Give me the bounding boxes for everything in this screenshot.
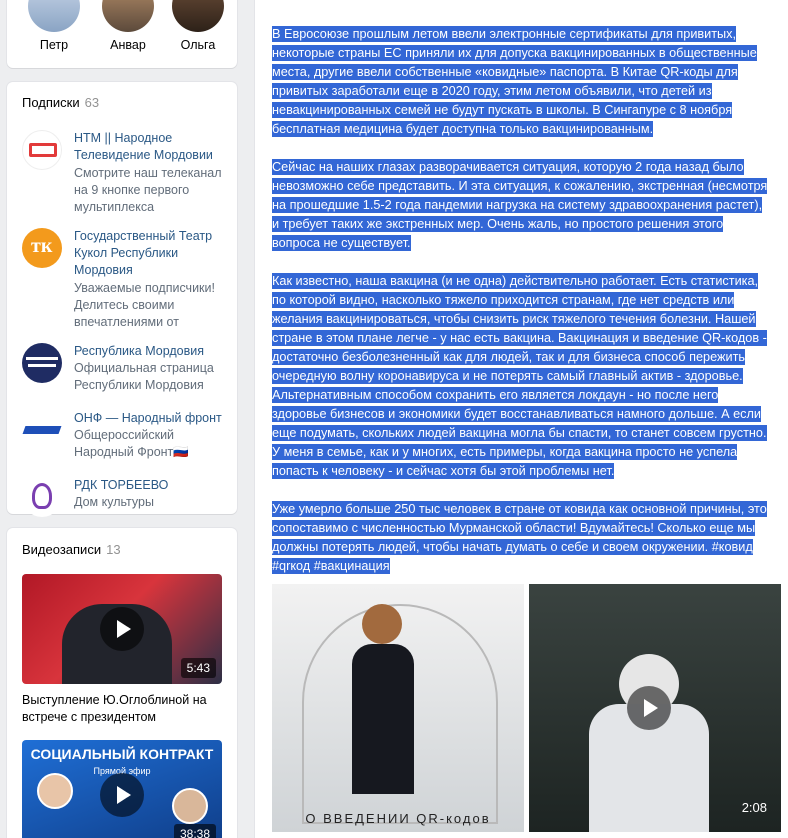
person-head — [362, 604, 402, 644]
subscription-name[interactable]: ОНФ — Народный фронт — [74, 410, 234, 427]
avatar[interactable] — [172, 0, 224, 32]
friend-item[interactable]: Анвар — [93, 0, 163, 52]
photo-caption: О ВВЕДЕНИИ QR-кодов — [305, 811, 491, 826]
videos-title[interactable]: Видеозаписи — [22, 542, 101, 557]
onf-logo[interactable] — [22, 410, 62, 450]
post-paragraph: Сейчас на наших глазах разворачивается с… — [272, 158, 772, 253]
subscription-name[interactable]: Государственный Театр Кукол Республики М… — [74, 228, 234, 279]
play-icon[interactable] — [100, 607, 144, 651]
subscriptions-count: 63 — [84, 95, 100, 110]
friend-item[interactable]: Ольга — [163, 0, 233, 52]
post-video[interactable]: 2:08 — [529, 584, 781, 832]
person-body — [352, 644, 414, 794]
videos-header[interactable]: Видеозаписи 13 — [22, 542, 121, 557]
subscription-item[interactable]: ОНФ — Народный фронт Общероссийский Наро… — [22, 410, 227, 466]
play-icon[interactable] — [627, 686, 671, 730]
post-text: Как известно, наша вакцина (и не одна) д… — [272, 273, 767, 479]
subscription-item[interactable]: НТМ || Народное Телевидение Мордовии Смо… — [22, 130, 227, 216]
post-paragraph: Как известно, наша вакцина (и не одна) д… — [272, 272, 772, 481]
videos-count: 13 — [106, 542, 121, 557]
post-paragraph: Уже умерло больше 250 тыс человек в стра… — [272, 500, 772, 576]
subscription-name[interactable]: Республика Мордовия — [74, 343, 234, 360]
post-text: В Евросоюзе прошлым летом ввели электрон… — [272, 26, 757, 137]
subscription-desc: Смотрите наш телеканал на 9 кнопке перво… — [74, 166, 222, 214]
video-title[interactable]: Выступление Ю.Оглоблиной на встрече с пр… — [22, 692, 227, 726]
friend-name[interactable]: Анвар — [93, 38, 163, 52]
subscription-item[interactable]: тк Государственный Театр Кукол Республик… — [22, 228, 227, 329]
friend-item[interactable]: Петр — [19, 0, 89, 52]
ntm-logo[interactable] — [22, 130, 62, 170]
avatar[interactable] — [102, 0, 154, 32]
friends-block: Петр Анвар Ольга — [7, 0, 237, 68]
subscriptions-header[interactable]: Подписки 63 — [22, 95, 99, 110]
post-text: Уже умерло больше 250 тыс человек в стра… — [272, 501, 767, 574]
subscriptions-block: Подписки 63 НТМ || Народное Телевидение М… — [7, 82, 237, 517]
mordovia-logo[interactable] — [22, 343, 62, 383]
rdk-logo[interactable] — [22, 477, 62, 517]
subscription-desc: Общероссийский Народный Фронт🇷🇺 — [74, 428, 189, 459]
subscriptions-title[interactable]: Подписки — [22, 95, 80, 110]
video-thumbnail[interactable]: СОЦИАЛЬНЫЙ КОНТРАКТ Прямой эфир 38:38 — [22, 740, 222, 838]
puppet-theatre-logo[interactable]: тк — [22, 228, 62, 268]
avatar — [172, 788, 208, 824]
subscription-name[interactable]: РДК ТОРБЕЕВО — [74, 477, 234, 494]
video-overlay-title: СОЦИАЛЬНЫЙ КОНТРАКТ — [30, 746, 214, 762]
post-photo[interactable]: О ВВЕДЕНИИ QR-кодов — [272, 584, 524, 832]
subscription-desc: Уважаемые подписчики! Делитесь своими вп… — [74, 281, 215, 329]
subscription-desc: Дом культуры — [74, 495, 154, 509]
post: В Евросоюзе прошлым летом ввели электрон… — [255, 0, 788, 838]
friend-name[interactable]: Петр — [19, 38, 89, 52]
video-duration: 5:43 — [180, 658, 216, 678]
play-icon[interactable] — [100, 773, 144, 817]
avatar — [37, 773, 73, 809]
subscription-desc: Официальная страница Республики Мордовия — [74, 361, 214, 392]
subscription-name[interactable]: НТМ || Народное Телевидение Мордовии — [74, 130, 234, 164]
friend-name[interactable]: Ольга — [163, 38, 233, 52]
video-duration: 2:08 — [741, 800, 767, 815]
post-paragraph: В Евросоюзе прошлым летом ввели электрон… — [272, 25, 772, 139]
post-text: Сейчас на наших глазах разворачивается с… — [272, 159, 768, 251]
avatar[interactable] — [28, 0, 80, 32]
videos-block: Видеозаписи 13 5:43 Выступление Ю.Оглобли… — [7, 528, 237, 838]
video-thumbnail[interactable]: 5:43 — [22, 574, 222, 684]
subscription-item[interactable]: РДК ТОРБЕЕВО Дом культуры — [22, 477, 227, 517]
subscription-item[interactable]: Республика Мордовия Официальная страница… — [22, 343, 227, 399]
video-duration: 38:38 — [173, 824, 216, 838]
